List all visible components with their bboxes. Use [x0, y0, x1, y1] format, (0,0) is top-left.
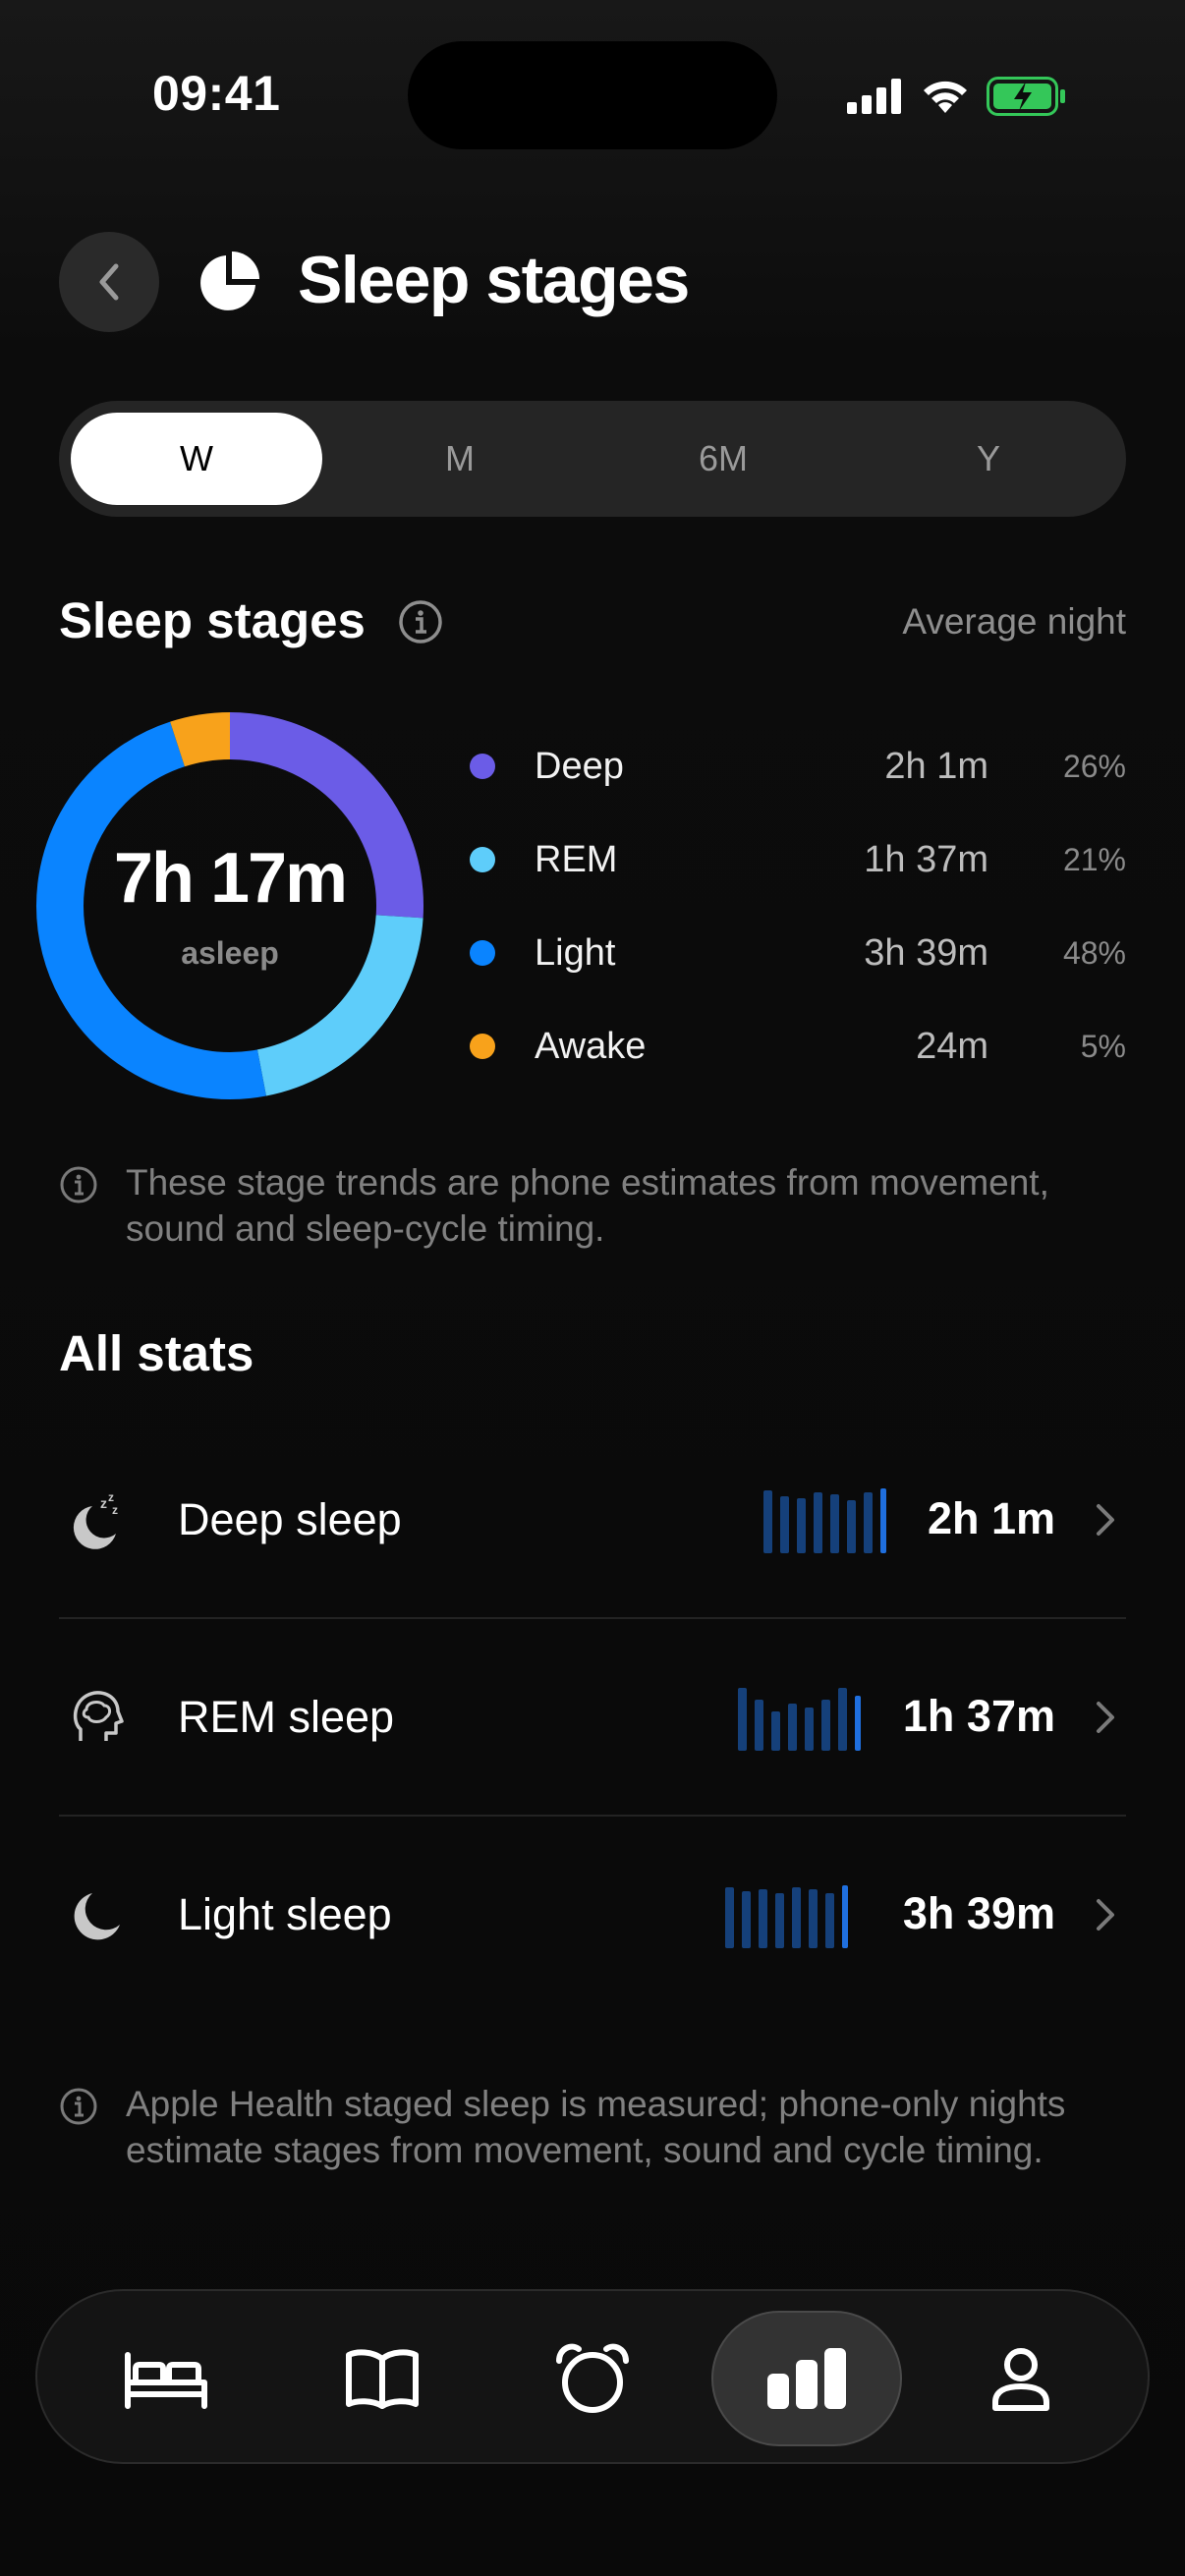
legend-name: Awake: [535, 1026, 647, 1067]
rem-sleep-sparkline: [738, 1688, 861, 1751]
legend-percent: 21%: [1062, 842, 1126, 877]
stat-value: 1h 37m: [902, 1691, 1055, 1741]
info-icon: [60, 2088, 97, 2125]
legend-dot: [470, 1034, 495, 1059]
legend-row-deep: Deep 2h 1m 26%: [470, 739, 1126, 794]
legend-row-awake: Awake 24m 5%: [470, 1019, 1126, 1074]
bottom-nav: [35, 2289, 1150, 2464]
nav-library[interactable]: [287, 2311, 478, 2446]
stages-section-title: Sleep stages: [59, 592, 366, 648]
stat-row-rem-sleep[interactable]: REM sleep 1h 37m: [59, 1619, 1126, 1816]
status-icons: [847, 75, 1067, 118]
stages-note-text: These stage trends are phone estimates f…: [126, 1162, 1049, 1249]
svg-text:z: z: [108, 1490, 114, 1504]
period-selector: W M 6M Y: [59, 401, 1126, 517]
profile-icon: [992, 2348, 1049, 2411]
legend-name: Light: [535, 932, 616, 974]
chevron-right-icon: [1097, 1899, 1114, 1931]
nav-alarm[interactable]: [497, 2311, 688, 2446]
health-note: Apple Health staged sleep is measured; p…: [59, 2081, 1126, 2228]
chevron-left-icon: [99, 263, 119, 301]
legend-percent: 48%: [1062, 935, 1126, 971]
stat-row-deep-sleep[interactable]: z z z Deep sleep 2h 1m: [59, 1422, 1126, 1618]
donut-segment-awake: [170, 712, 231, 767]
book-icon: [346, 2349, 419, 2409]
stat-value: 3h 39m: [902, 1888, 1055, 1938]
legend-percent: 26%: [1062, 749, 1126, 784]
stat-row-light-sleep[interactable]: Light sleep 3h 39m: [59, 1817, 1126, 2013]
page-title: Sleep stages: [298, 243, 690, 317]
legend-duration: 24m: [916, 1026, 988, 1067]
info-icon[interactable]: [398, 599, 443, 644]
bar-chart-icon: [767, 2348, 846, 2409]
stat-label: Deep sleep: [178, 1494, 402, 1544]
pie-chart-icon: [200, 252, 259, 310]
moon-zzz-icon: z z z: [73, 1490, 118, 1549]
brain-head-icon: [73, 1691, 124, 1741]
stat-label: Light sleep: [178, 1889, 392, 1939]
total-sleep-value: 7h 17m: [113, 839, 348, 918]
legend-duration: 1h 37m: [864, 839, 988, 880]
moon-icon: [74, 1893, 120, 1940]
back-button[interactable]: [59, 232, 159, 332]
chevron-right-icon: [1097, 1504, 1114, 1536]
legend-name: REM: [535, 839, 618, 880]
legend-duration: 3h 39m: [864, 932, 988, 974]
chevron-right-icon: [1097, 1702, 1114, 1733]
legend-dot: [470, 754, 495, 779]
cellular-signal-icon: [847, 79, 901, 114]
battery-charging-icon: [987, 77, 1065, 116]
tab-month[interactable]: M: [334, 413, 586, 505]
legend-dot: [470, 847, 495, 872]
svg-text:z: z: [100, 1495, 107, 1511]
average-night-label: Average night: [902, 601, 1126, 642]
legend-percent: 5%: [1080, 1029, 1126, 1064]
stat-value: 2h 1m: [927, 1493, 1055, 1543]
health-note-text: Apple Health staged sleep is measured; p…: [126, 2084, 1066, 2170]
legend-row-light: Light 3h 39m 48%: [470, 925, 1126, 980]
stat-label: REM sleep: [178, 1692, 395, 1742]
wifi-icon: [924, 81, 967, 113]
all-stats-title: All stats: [59, 1325, 254, 1381]
tab-week[interactable]: W: [71, 413, 322, 505]
nav-statistics[interactable]: [711, 2311, 902, 2446]
legend-name: Deep: [535, 746, 624, 787]
info-icon: [60, 1166, 97, 1204]
nav-profile[interactable]: [926, 2311, 1116, 2446]
bed-icon: [125, 2352, 207, 2409]
dynamic-island: [408, 41, 777, 149]
nav-sleep[interactable]: [71, 2311, 261, 2446]
light-sleep-sparkline: [725, 1885, 848, 1948]
deep-sleep-sparkline: [763, 1488, 886, 1553]
legend-dot: [470, 940, 495, 966]
stages-note: These stage trends are phone estimates f…: [59, 1159, 1126, 1258]
legend-row-rem: REM 1h 37m 21%: [470, 832, 1126, 887]
alarm-clock-icon: [556, 2343, 629, 2413]
tab-year[interactable]: Y: [863, 413, 1114, 505]
status-time: 09:41: [152, 66, 281, 121]
total-sleep-caption: asleep: [181, 935, 279, 971]
legend-duration: 2h 1m: [884, 746, 988, 787]
tab-six-months[interactable]: 6M: [597, 413, 849, 505]
svg-text:z: z: [112, 1503, 118, 1517]
